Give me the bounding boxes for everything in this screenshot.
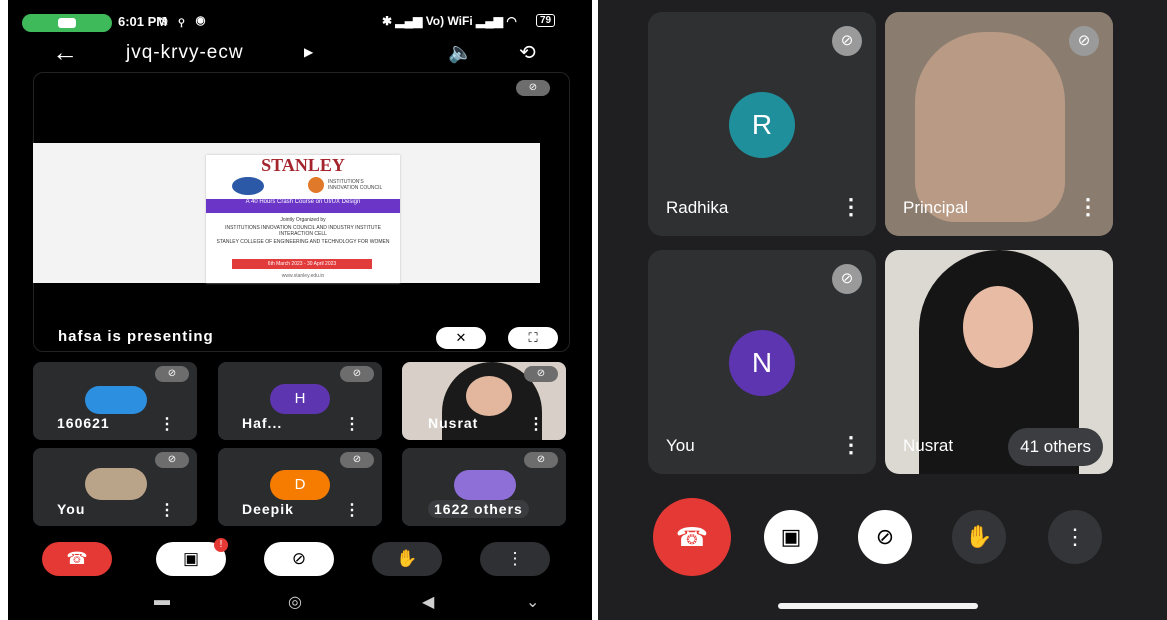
home-indicator[interactable] [778, 603, 978, 609]
pin-off-icon[interactable]: ✕ [436, 327, 486, 349]
home-icon[interactable]: ◎ [288, 592, 302, 612]
meeting-code[interactable]: jvq-krvy-ecw [126, 42, 244, 64]
poster-band: A 40 Hours Crash Course on UI/UX Design [206, 199, 400, 213]
participant-avatar: H [270, 384, 330, 414]
speaker-icon[interactable]: 🔈 [448, 40, 473, 65]
person-avatar-icon [454, 470, 516, 500]
participant-tile-video[interactable]: ⊘ Principal ⋮ [885, 12, 1113, 236]
camera-flip-icon[interactable]: ⟲ [519, 40, 536, 65]
self-thumbnail [85, 468, 147, 500]
participant-tile[interactable]: R ⊘ Radhika ⋮ [648, 12, 876, 236]
participant-avatar: N [729, 330, 795, 396]
status-right: ✱ ▂▄▆ Vo) WiFi ▂▄▆ ◠ [382, 14, 517, 28]
right-phone-screenshot: R ⊘ Radhika ⋮ ⊘ Principal ⋮ N ⊘ You ⋮ Nu… [598, 0, 1167, 620]
participant-tile[interactable]: ⊘ You ⋮ [33, 448, 197, 526]
poster-brand: STANLEY [261, 155, 345, 175]
participant-name: Principal [903, 198, 969, 217]
participant-name: Nusrat [903, 436, 954, 455]
poster-line-3: STANLEY COLLEGE OF ENGINEERING AND TECHN… [216, 239, 390, 245]
mic-off-icon: ⊘ [524, 452, 558, 468]
participant-name: 160621 [57, 415, 110, 431]
more-vert-icon[interactable]: ⋮ [344, 500, 360, 520]
raise-hand-icon[interactable]: ✋ [372, 542, 442, 576]
more-vert-icon[interactable]: ⋮ [840, 194, 862, 220]
mic-off-icon[interactable]: ⊘ [264, 542, 334, 576]
alert-badge: ! [214, 538, 228, 552]
caret-right-icon[interactable]: ▶ [304, 45, 313, 59]
more-vert-icon[interactable]: ⋮ [528, 414, 544, 434]
participant-tile[interactable]: D ⊘ Deepik ⋮ [218, 448, 382, 526]
mic-off-icon: ⊘ [340, 452, 374, 468]
participant-tile[interactable]: ⊘ 160621 ⋮ [33, 362, 197, 440]
status-icons: ⍉ ⚲ ◉ [160, 14, 210, 28]
participant-avatar: R [729, 92, 795, 158]
network-label: Vo) WiFi [425, 14, 473, 28]
mic-off-icon: ⊘ [516, 80, 550, 96]
recording-pill [22, 14, 112, 32]
more-vert-icon[interactable]: ⋮ [344, 414, 360, 434]
participant-name: Nusrat [428, 415, 479, 431]
more-vert-icon[interactable]: ⋮ [1048, 510, 1102, 564]
mic-off-icon: ⊘ [832, 264, 862, 294]
mic-off-icon: ⊘ [340, 366, 374, 382]
participant-tile[interactable]: N ⊘ You ⋮ [648, 250, 876, 474]
camera-off-icon[interactable]: ▣ [764, 510, 818, 564]
end-call-icon[interactable]: ☎ [42, 542, 112, 576]
more-vert-icon[interactable]: ⋮ [480, 542, 550, 576]
mic-off-icon: ⊘ [1069, 26, 1099, 56]
course-poster: STANLEY INSTITUTION'S INNOVATION COUNCIL… [206, 155, 400, 283]
participant-tile-video[interactable]: ⊘ Nusrat ⋮ [402, 362, 566, 440]
participant-tile-video[interactable]: Nusrat 41 others [885, 250, 1113, 474]
more-vert-icon[interactable]: ⋮ [1077, 194, 1099, 220]
presenting-label: hafsa is presenting [58, 328, 214, 345]
raise-hand-icon[interactable]: ✋ [952, 510, 1006, 564]
end-call-icon[interactable]: ☎ [653, 498, 731, 576]
poster-line-2: INSTITUTIONS INNOVATION COUNCIL AND INDU… [225, 225, 381, 237]
mic-off-icon: ⊘ [832, 26, 862, 56]
fullscreen-icon[interactable]: ⛶ [508, 327, 558, 349]
back-arrow-icon[interactable]: ← [52, 38, 78, 66]
others-count: 1622 others [428, 500, 529, 518]
status-bar: 6:01 PM ⍉ ⚲ ◉ ✱ ▂▄▆ Vo) WiFi ▂▄▆ ◠ 79 [8, 10, 592, 36]
participant-face [915, 32, 1065, 222]
meeting-toolbar: ← jvq-krvy-ecw ▶ 🔈 ⟲ [8, 38, 592, 70]
participant-face [963, 286, 1033, 368]
participant-name: Radhika [666, 198, 729, 217]
participant-face [466, 376, 512, 416]
camera-status-icon [58, 18, 76, 28]
poster-line-1: Jointly Organized by [280, 217, 326, 223]
participant-avatar: D [270, 470, 330, 500]
back-nav-icon[interactable]: ◀ [422, 592, 434, 612]
recents-icon[interactable]: ▬ [154, 592, 170, 610]
stanley-logo-icon [232, 177, 264, 195]
hide-keyboard-icon[interactable]: ⌄ [526, 592, 539, 612]
participant-tile-others[interactable]: ⊘ 1622 others [402, 448, 566, 526]
participant-name: Deepik [242, 501, 294, 517]
more-vert-icon[interactable]: ⋮ [840, 432, 862, 458]
participant-name: You [57, 501, 86, 517]
poster-dates: 6th March 2023 - 30 April 2023 [232, 259, 372, 269]
shared-slide: STANLEY INSTITUTION'S INNOVATION COUNCIL… [33, 143, 540, 283]
participant-name: You [666, 436, 695, 455]
others-count-chip[interactable]: 41 others [1008, 428, 1103, 466]
mic-off-icon: ⊘ [155, 366, 189, 382]
poster-url: www.stanley.edu.in [281, 273, 325, 279]
battery-badge: 79 [536, 14, 556, 27]
mic-off-icon: ⊘ [524, 366, 558, 382]
mic-off-icon[interactable]: ⊘ [858, 510, 912, 564]
participant-tile[interactable]: H ⊘ Haf... ⋮ [218, 362, 382, 440]
iic-logo-icon [308, 177, 324, 193]
left-phone-screenshot: 6:01 PM ⍉ ⚲ ◉ ✱ ▂▄▆ Vo) WiFi ▂▄▆ ◠ 79 ← … [8, 0, 592, 620]
person-avatar-icon [85, 386, 147, 414]
mic-off-icon: ⊘ [155, 452, 189, 468]
participant-name: Haf... [242, 415, 283, 431]
more-vert-icon[interactable]: ⋮ [159, 500, 175, 520]
more-vert-icon[interactable]: ⋮ [159, 414, 175, 434]
iic-label: INSTITUTION'S INNOVATION COUNCIL [328, 179, 383, 191]
